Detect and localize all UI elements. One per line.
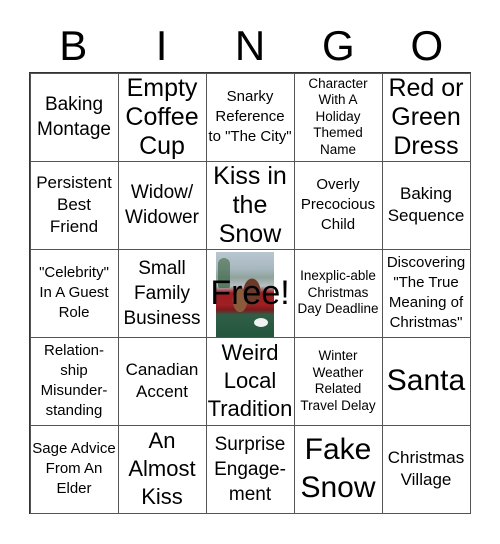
cell-text: Overly Precocious Child <box>300 176 376 233</box>
cell-text: Red or Green Dress <box>388 73 464 160</box>
bingo-cell[interactable]: An Almost Kiss <box>117 424 207 514</box>
cell-text: Baking Sequence <box>387 184 465 225</box>
cell-text: Winter Weather Related Travel Delay <box>300 348 376 413</box>
cell-text: Empty Coffee Cup <box>125 73 199 160</box>
cell-text: Fake Snow <box>300 433 376 504</box>
header-letter-o: O <box>410 22 444 69</box>
bingo-cell[interactable]: Inexplic-able Christmas Day Deadline <box>293 248 383 338</box>
cell-text: "Celebrity" In A Guest Role <box>39 264 109 321</box>
bingo-cell[interactable]: Surprise Engage-ment <box>205 424 295 514</box>
cell-text: Discovering "The True Meaning of Christm… <box>386 254 466 331</box>
bingo-cell[interactable]: Small Family Business <box>117 248 207 338</box>
bingo-cell[interactable]: Sage Advice From An Elder <box>29 424 119 514</box>
cell-text: Kiss in the Snow <box>213 161 287 248</box>
bingo-cell[interactable]: Santa <box>381 336 471 426</box>
header-letter-b: B <box>59 22 88 69</box>
header-letter-i: I <box>155 22 168 69</box>
bingo-cell[interactable]: "Celebrity" In A Guest Role <box>29 248 119 338</box>
bingo-cell[interactable]: Winter Weather Related Travel Delay <box>293 336 383 426</box>
cell-text: Inexplic-able Christmas Day Deadline <box>297 268 379 317</box>
bingo-cell[interactable]: Persistent Best Friend <box>29 160 119 250</box>
cell-text: Small Family Business <box>123 257 201 329</box>
bingo-cell[interactable]: Fake Snow <box>293 424 383 514</box>
cell-text: Canadian Accent <box>125 360 199 401</box>
bingo-header: B I N G O <box>29 22 471 70</box>
cell-text: Sage Advice From An Elder <box>32 440 116 497</box>
bingo-cell[interactable]: Widow/ Widower <box>117 160 207 250</box>
bingo-cell[interactable]: Baking Montage <box>29 72 119 162</box>
header-letter-n: N <box>234 22 266 69</box>
bingo-cell[interactable]: Overly Precocious Child <box>293 160 383 250</box>
free-space-label: Free! <box>210 274 290 312</box>
cell-text: Relation-ship Misunder-standing <box>40 342 108 419</box>
bingo-cell[interactable]: Red or Green Dress <box>381 72 471 162</box>
cell-text: Snarky Reference to "The City" <box>208 88 292 145</box>
bingo-cell[interactable]: Character With A Holiday Themed Name <box>293 72 383 162</box>
bingo-cell[interactable]: Empty Coffee Cup <box>117 72 207 162</box>
cell-text: Baking Montage <box>37 94 111 140</box>
cell-text: An Almost Kiss <box>128 428 196 509</box>
bingo-cell[interactable]: Kiss in the Snow <box>205 160 295 250</box>
bingo-cell[interactable]: Weird Local Tradition <box>205 336 295 426</box>
cell-text: Character With A Holiday Themed Name <box>308 75 368 157</box>
bingo-card: Baking Montage Empty Coffee Cup Snarky R… <box>29 72 471 514</box>
bingo-cell[interactable]: Canadian Accent <box>117 336 207 426</box>
free-space-cell[interactable]: Free! <box>205 248 295 338</box>
cell-text: Widow/ Widower <box>125 182 199 228</box>
header-letter-g: G <box>322 22 355 69</box>
bingo-cell[interactable]: Discovering "The True Meaning of Christm… <box>381 248 471 338</box>
bingo-cell[interactable]: Relation-ship Misunder-standing <box>29 336 119 426</box>
cell-text: Santa <box>386 364 466 397</box>
cell-text: Persistent Best Friend <box>36 173 112 236</box>
cell-text: Christmas Village <box>387 448 465 489</box>
bingo-cell[interactable]: Christmas Village <box>381 424 471 514</box>
cell-text: Weird Local Tradition <box>207 340 293 421</box>
bingo-cell[interactable]: Snarky Reference to "The City" <box>205 72 295 162</box>
bingo-cell[interactable]: Baking Sequence <box>381 160 471 250</box>
cell-text: Surprise Engage-ment <box>214 433 286 505</box>
